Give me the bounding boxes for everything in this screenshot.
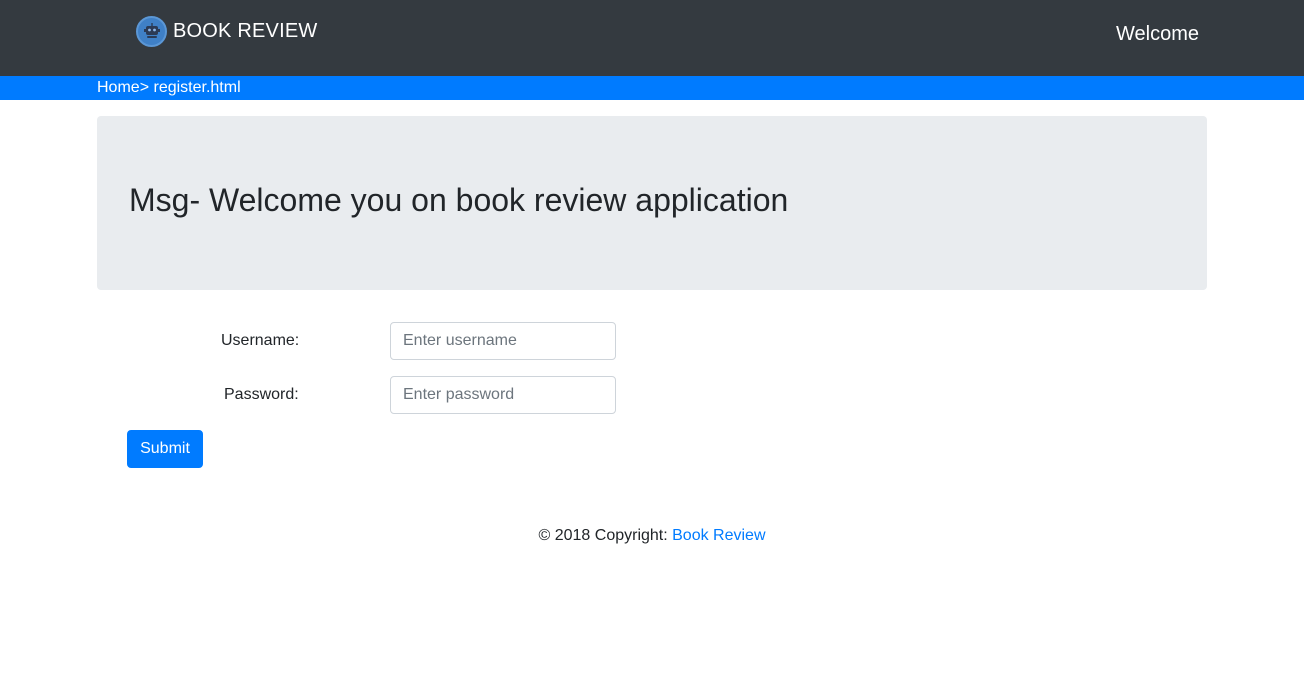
message-jumbotron: Msg- Welcome you on book review applicat… (97, 116, 1207, 290)
breadcrumb-home-link[interactable]: Home (97, 79, 140, 96)
copyright-text: © 2018 Copyright: (538, 527, 673, 544)
password-label: Password: (224, 386, 299, 403)
brand-label: BOOK REVIEW (173, 19, 318, 42)
welcome-message: Msg- Welcome you on book review applicat… (129, 182, 789, 218)
breadcrumb-bar: Home> register.html (0, 76, 1304, 100)
password-input[interactable] (390, 376, 616, 414)
footer: © 2018 Copyright: Book Review (0, 527, 1304, 545)
username-label: Username: (221, 332, 300, 349)
brand-link[interactable]: BOOK REVIEW (136, 15, 317, 47)
top-navbar: BOOK REVIEW Welcome (0, 0, 1304, 76)
footer-book-review-link[interactable]: Book Review (672, 527, 765, 544)
robot-icon (136, 15, 167, 47)
welcome-link[interactable]: Welcome (1116, 23, 1199, 46)
breadcrumb-current: register.html (153, 79, 241, 96)
breadcrumb: Home> register.html (97, 79, 241, 97)
submit-button[interactable]: Submit (127, 430, 203, 468)
breadcrumb-separator: > (139, 79, 154, 96)
username-input[interactable] (390, 322, 616, 360)
